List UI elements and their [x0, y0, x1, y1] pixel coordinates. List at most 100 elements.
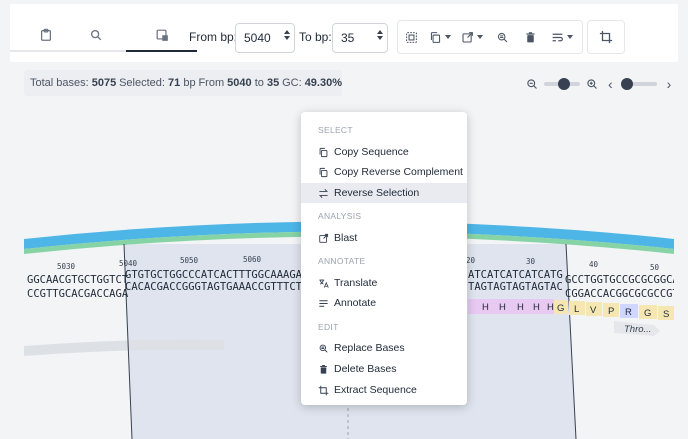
zoom-out-icon[interactable] — [526, 78, 538, 90]
scroll-right-icon[interactable]: › — [667, 76, 672, 92]
menu-item-label: Replace Bases — [334, 342, 405, 354]
tick-label: 5060 — [243, 255, 262, 264]
info-bar: Total bases: 5075 Selected: 71 bp From 5… — [10, 64, 678, 104]
scroll-left-icon[interactable]: ‹ — [608, 76, 613, 92]
tick-label: 20 — [466, 256, 476, 265]
menu-item-label: Translate — [334, 277, 378, 289]
menu-item-replace-bases[interactable]: Replace Bases — [301, 338, 467, 358]
position-slider-thumb[interactable] — [620, 78, 633, 90]
export-menu-button[interactable] — [456, 21, 488, 53]
trash-icon — [320, 364, 327, 374]
menu-item-delete-bases[interactable]: Delete Bases — [301, 359, 467, 379]
tick-label: 50 — [650, 263, 660, 272]
tab-search[interactable] — [60, 18, 131, 52]
amino-acid: H — [499, 302, 506, 313]
range-from-label: From — [198, 77, 225, 89]
toolbar: From bp: 5040 To bp: 35 — [10, 4, 678, 62]
menu-item-label: Copy Reverse Complement — [334, 166, 463, 178]
zoom-controls: ‹ › — [526, 76, 671, 92]
position-slider[interactable] — [620, 78, 657, 90]
amino-acid: H — [482, 302, 489, 313]
menu-item-copy-sequence[interactable]: Copy Sequence — [301, 142, 467, 162]
external-link-icon — [319, 233, 329, 243]
menu-item-annotate[interactable]: Annotate — [301, 293, 467, 313]
amino-acid: P — [608, 306, 614, 317]
his-tag-band — [468, 299, 554, 314]
tick-label: 5030 — [57, 262, 76, 271]
sequence-bottom-selected: CACACGACCGGGTAGTGAAACCGTTTCT — [125, 281, 303, 293]
menu-item-label: Delete Bases — [334, 363, 397, 375]
zoom-in-icon[interactable] — [586, 78, 598, 90]
trash-icon — [525, 31, 535, 42]
range-to-value: 35 — [266, 77, 280, 89]
menu-item-translate[interactable]: Translate — [301, 273, 467, 293]
copy-menu-button[interactable] — [424, 21, 456, 53]
from-bp-input[interactable]: 5040 — [235, 23, 295, 53]
menu-section-edit: EDIT — [318, 322, 339, 332]
tab-selection[interactable] — [126, 18, 197, 52]
crop-icon — [599, 30, 613, 44]
menu-item-extract-sequence[interactable]: Extract Sequence — [301, 380, 467, 400]
menu-item-label: Blast — [334, 232, 358, 244]
thrombin-feature: G L V P R G S Thro... — [554, 300, 674, 336]
menu-section-analysis: ANALYSIS — [318, 211, 362, 221]
sequence-top-left: GGCAACGTGCTGGTCT — [27, 274, 129, 286]
from-bp-value: 5040 — [244, 31, 271, 45]
sequence-bottom-right-selected: TAGTAGTAGTAGTAC — [468, 281, 563, 293]
amino-acid: G — [557, 303, 564, 314]
total-bases-value: 5075 — [91, 77, 117, 89]
from-bp-stepper[interactable] — [284, 30, 290, 40]
feature-label: Thro... — [624, 324, 651, 335]
copy-icon — [319, 167, 328, 177]
menu-item-copy-reverse-complement[interactable]: Copy Reverse Complement — [301, 162, 467, 182]
crop-icon — [318, 385, 329, 395]
gc-label: GC: — [282, 77, 302, 89]
sequence-top-right-selected: ATCATCATCATCATG — [468, 269, 563, 281]
delete-button[interactable] — [516, 21, 544, 53]
to-bp-value: 35 — [341, 31, 355, 45]
clipboard-icon — [40, 28, 51, 41]
replace-button[interactable] — [488, 21, 516, 53]
sequence-bottom-left: CCGTTGCACGACCAGA — [27, 288, 129, 300]
sequence-bottom-right: CGGACCACGGCGCGCCGTC — [565, 288, 674, 300]
wrap-menu-button[interactable] — [544, 21, 580, 53]
menu-item-label: Annotate — [334, 297, 377, 309]
menu-item-label: Reverse Selection — [334, 187, 420, 199]
to-bp-stepper[interactable] — [377, 30, 383, 40]
selected-unit: bp — [183, 77, 196, 89]
action-button-group — [397, 20, 583, 54]
range-to-label: to — [254, 77, 264, 89]
replace-icon — [497, 32, 507, 42]
context-menu: SELECT Copy Sequence Copy Reverse Comple… — [301, 112, 467, 405]
to-bp-label: To bp: — [299, 30, 332, 44]
selection-info: Total bases: 5075 Selected: 71 bp From 5… — [24, 70, 342, 96]
amino-acid: H — [547, 302, 554, 313]
select-all-button[interactable] — [398, 21, 424, 53]
gc-value: 49.30% — [304, 77, 342, 89]
amino-acid: V — [590, 305, 597, 316]
crop-button[interactable] — [587, 20, 625, 54]
tick-label: 40 — [589, 260, 599, 269]
menu-section-select: SELECT — [318, 125, 353, 135]
annotate-icon — [319, 299, 328, 307]
amino-acid: S — [663, 309, 669, 320]
menu-item-blast[interactable]: Blast — [301, 228, 467, 248]
to-bp-input[interactable]: 35 — [332, 23, 388, 53]
tick-label: 5040 — [119, 259, 138, 268]
copy-icon — [430, 31, 441, 43]
zoom-slider[interactable] — [544, 78, 580, 90]
selected-label: Selected: — [119, 77, 165, 89]
tick-label: 30 — [526, 257, 536, 266]
replace-icon — [319, 344, 328, 353]
amino-acid: H — [517, 302, 524, 313]
menu-item-label: Copy Sequence — [334, 146, 409, 158]
menu-section-annotate: ANNOTATE — [318, 256, 366, 266]
amino-acid: L — [574, 304, 579, 315]
wrap-icon — [552, 33, 563, 41]
sequence-top-selected: GTGTGCTGGCCCATCACTTTGGCAAAGA — [125, 269, 303, 281]
menu-item-reverse-selection[interactable]: Reverse Selection — [301, 183, 467, 203]
tick-label: 5050 — [180, 256, 199, 265]
swap-arrows-icon — [318, 188, 329, 198]
amino-acid: H — [533, 302, 540, 313]
zoom-slider-thumb[interactable] — [558, 78, 571, 90]
